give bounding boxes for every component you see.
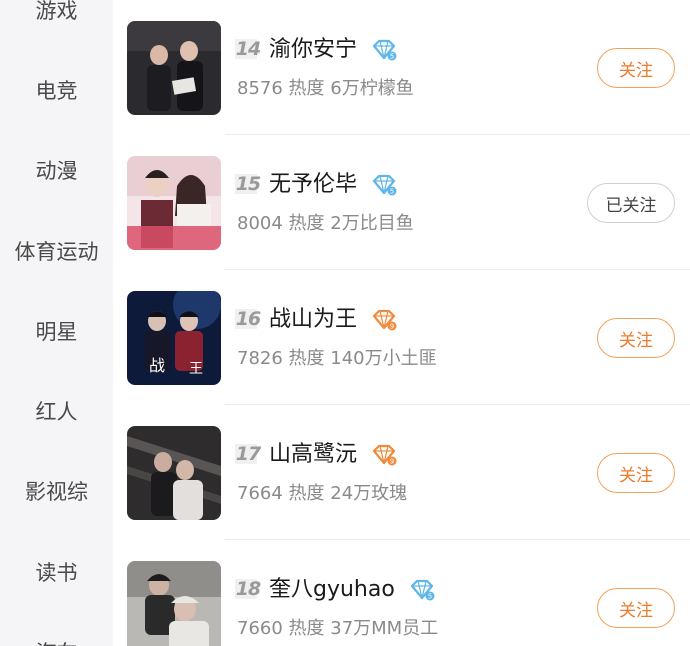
svg-text:王: 王 [189, 361, 203, 377]
rank-number: 16 [235, 308, 261, 330]
topic-name[interactable]: 渝你安宁 [269, 34, 357, 66]
rank-number: 17 [235, 443, 261, 465]
topic-name[interactable]: 无予伦毕 [269, 169, 357, 201]
follow-button[interactable]: 关注 [597, 48, 675, 88]
topic-stats: 7660 热度 37万MM员工 [237, 618, 439, 639]
diamond-blue-icon: 5 [372, 39, 397, 61]
topic-cover-image[interactable] [127, 561, 221, 646]
topic-stats: 7826 热度 140万小土匪 [237, 348, 437, 369]
topic-cover-image[interactable] [127, 21, 221, 115]
sidebar-item-cars[interactable]: 汽车 [0, 632, 113, 646]
list-item[interactable]: 战 王 16 战山为王 9 7826 热度 140万小土匪 关注 [113, 270, 690, 405]
topic-cover-image[interactable]: 战 王 [127, 291, 221, 385]
list-item[interactable]: 18 奎八gyuhao 5 7660 热度 37万MM员工 关注 [113, 540, 690, 646]
sidebar-item-esports[interactable]: 电竞 [0, 70, 113, 110]
svg-text:5: 5 [390, 188, 394, 196]
svg-text:9: 9 [390, 323, 394, 331]
category-sidebar: 游戏 电竞 动漫 体育运动 明星 红人 影视综 读书 汽车 [0, 0, 113, 646]
topic-cover-image[interactable] [127, 156, 221, 250]
topic-stats: 7664 热度 24万玫瑰 [237, 483, 408, 504]
sidebar-item-influencers[interactable]: 红人 [0, 391, 113, 431]
rank-number: 18 [235, 578, 261, 600]
diamond-blue-icon: 5 [410, 579, 435, 601]
sidebar-item-reading[interactable]: 读书 [0, 552, 113, 592]
topic-name[interactable]: 奎八gyuhao [269, 574, 395, 606]
diamond-orange-icon: 9 [372, 444, 397, 466]
list-item[interactable]: 14 渝你安宁 5 8576 热度 6万柠檬鱼 关注 [113, 0, 690, 135]
svg-text:9: 9 [390, 458, 394, 466]
topic-stats: 8576 热度 6万柠檬鱼 [237, 78, 414, 99]
sidebar-item-games[interactable]: 游戏 [0, 0, 113, 30]
topic-name[interactable]: 山高鹭沅 [269, 439, 357, 471]
svg-text:5: 5 [428, 593, 432, 601]
topic-stats: 8004 热度 2万比目鱼 [237, 213, 414, 234]
rank-number: 14 [235, 38, 261, 60]
topic-name[interactable]: 战山为王 [269, 304, 357, 336]
follow-button[interactable]: 关注 [597, 588, 675, 628]
svg-text:5: 5 [390, 53, 394, 61]
topic-cover-image[interactable] [127, 426, 221, 520]
sidebar-item-film-tv[interactable]: 影视综 [0, 471, 113, 511]
rank-number: 15 [235, 173, 261, 195]
diamond-blue-icon: 5 [372, 174, 397, 196]
follow-button[interactable]: 关注 [597, 318, 675, 358]
follow-button[interactable]: 关注 [597, 453, 675, 493]
sidebar-item-anime[interactable]: 动漫 [0, 150, 113, 190]
diamond-orange-icon: 9 [372, 309, 397, 331]
super-topic-ranking-list: 14 渝你安宁 5 8576 热度 6万柠檬鱼 关注 15 无予伦毕 5 800… [113, 0, 690, 646]
svg-text:战: 战 [149, 356, 165, 375]
sidebar-item-sports[interactable]: 体育运动 [0, 231, 113, 271]
followed-button[interactable]: 已关注 [587, 183, 675, 223]
list-item[interactable]: 15 无予伦毕 5 8004 热度 2万比目鱼 已关注 [113, 135, 690, 270]
list-item[interactable]: 17 山高鹭沅 9 7664 热度 24万玫瑰 关注 [113, 405, 690, 540]
sidebar-item-stars[interactable]: 明星 [0, 311, 113, 351]
